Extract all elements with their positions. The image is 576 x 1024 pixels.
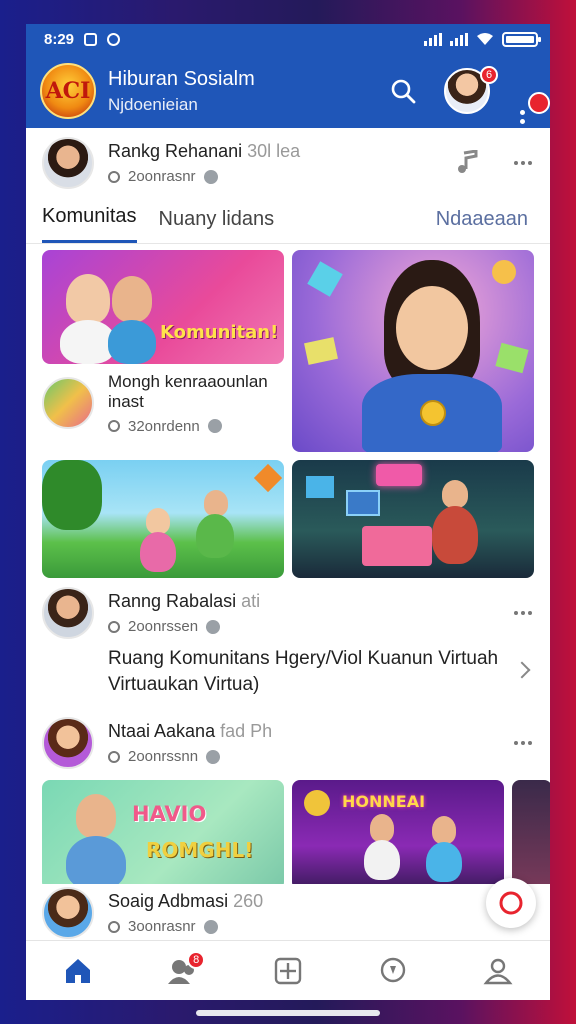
app-subtitle: Njdoenieian xyxy=(108,94,198,114)
media-tile-outdoor[interactable] xyxy=(42,460,284,578)
clock-icon xyxy=(108,920,120,933)
more-options-icon[interactable] xyxy=(514,741,532,745)
music-note-icon[interactable] xyxy=(456,150,478,174)
tile-label: HONNEAI xyxy=(342,792,426,811)
post-author: Rankg Rehanani 30l lea xyxy=(108,141,301,161)
post-time: 2oonrasnr xyxy=(128,168,196,185)
app-header: ACI Hiburan Sosialm Njdoenieian 6 xyxy=(26,54,550,133)
globe-icon xyxy=(204,617,223,636)
tile-label: ROMGHL! xyxy=(146,838,254,862)
clock-icon xyxy=(108,750,120,763)
nav-profile[interactable] xyxy=(478,951,518,991)
phone-screen: 8:29 ACI Hiburan Sosialm Njdoenieian 6 R… xyxy=(26,24,550,1000)
post-author: Mongh kenraaounlan inast xyxy=(108,371,268,411)
tab-right[interactable]: Ndaaeaan xyxy=(436,208,528,243)
media-tile-neon[interactable]: HONNEAI xyxy=(292,780,504,890)
post-author: Ntaai Aakana fad Ph xyxy=(108,721,273,741)
notification-badge: 8 xyxy=(187,950,206,969)
avatar xyxy=(42,377,94,429)
clock-icon xyxy=(108,620,120,633)
nav-feed[interactable] xyxy=(268,951,308,991)
post-time: 2oonrssnn xyxy=(128,748,199,765)
post-header[interactable]: Mongh kenraaounlan inast 32onrdenn xyxy=(26,371,292,435)
profile-avatar-button[interactable]: 6 xyxy=(444,66,498,114)
media-tile-partial[interactable] xyxy=(512,780,550,890)
media-tile-arcade[interactable] xyxy=(292,460,534,578)
avatar xyxy=(42,717,94,769)
avatar xyxy=(42,887,94,939)
post-author: Soaig Adbmasi 260 xyxy=(108,891,264,911)
tile-label: Komunitan! xyxy=(160,322,279,343)
post-header[interactable]: Ntaai Aakana fad Ph 2oonrssnn xyxy=(26,712,550,774)
more-options-icon[interactable] xyxy=(514,161,532,165)
post-header[interactable]: Rankg Rehanani 30l lea 2oonrasnr xyxy=(26,128,550,198)
clock-icon xyxy=(108,420,120,432)
clock-icon xyxy=(108,170,120,183)
tab-bar: Komunitas Nuany lidans Ndaaeaan xyxy=(26,198,550,244)
signal-icon-2 xyxy=(450,32,468,46)
post-header[interactable]: Soaig Adbmasi 260 3oonrasnr xyxy=(26,884,550,942)
wifi-icon xyxy=(477,33,493,45)
menu-badge xyxy=(528,92,550,114)
home-indicator[interactable] xyxy=(196,1010,380,1016)
grid-icon xyxy=(274,957,302,984)
globe-icon xyxy=(204,747,223,766)
person-icon xyxy=(483,958,513,984)
bottom-navigation: 8 xyxy=(26,940,550,1000)
home-icon xyxy=(66,958,91,983)
nav-chat[interactable] xyxy=(373,951,413,991)
avatar xyxy=(42,587,94,639)
post-time: 3oonrasnr xyxy=(128,918,196,935)
post-time: 32onrdenn xyxy=(128,417,200,435)
battery-icon xyxy=(502,31,541,47)
notification-badge: 6 xyxy=(480,66,498,84)
tile-label: HAVIO xyxy=(132,802,207,826)
nav-friends[interactable]: 8 xyxy=(163,950,206,991)
status-bar: 8:29 xyxy=(26,24,550,54)
post-author: Ranng Rabalasi ati xyxy=(108,591,261,611)
globe-icon xyxy=(201,167,220,186)
status-time: 8:29 xyxy=(44,30,75,48)
record-fab-button[interactable] xyxy=(486,878,536,928)
nav-home[interactable] xyxy=(58,951,98,991)
sync-icon xyxy=(107,32,121,46)
post-time: 2oonrssen xyxy=(128,618,199,635)
media-tile-hello[interactable]: HAVIO ROMGHL! xyxy=(42,780,284,890)
post-header[interactable]: Ranng Rabalasi ati 2oonrssen xyxy=(26,582,550,644)
more-options-icon[interactable] xyxy=(514,611,532,615)
community-link[interactable]: Ruang Komunitans Hgery/Viol Kuanun Virtu… xyxy=(108,646,508,698)
media-tile-komunitan[interactable]: Komunitan! xyxy=(42,250,284,364)
notification-icon xyxy=(84,32,98,46)
globe-icon xyxy=(201,917,220,936)
chat-icon xyxy=(380,957,405,982)
record-icon xyxy=(499,891,523,915)
search-icon[interactable] xyxy=(390,78,416,104)
media-tile-character[interactable] xyxy=(292,250,534,452)
avatar xyxy=(42,137,94,189)
globe-icon xyxy=(205,417,224,435)
signal-icon xyxy=(424,32,442,46)
tab-second[interactable]: Nuany lidans xyxy=(159,208,275,243)
chevron-right-icon[interactable] xyxy=(513,661,531,679)
app-logo[interactable]: ACI xyxy=(40,63,96,119)
tab-komunitas[interactable]: Komunitas xyxy=(42,205,137,243)
app-title: Hiburan Sosialm xyxy=(108,67,255,90)
